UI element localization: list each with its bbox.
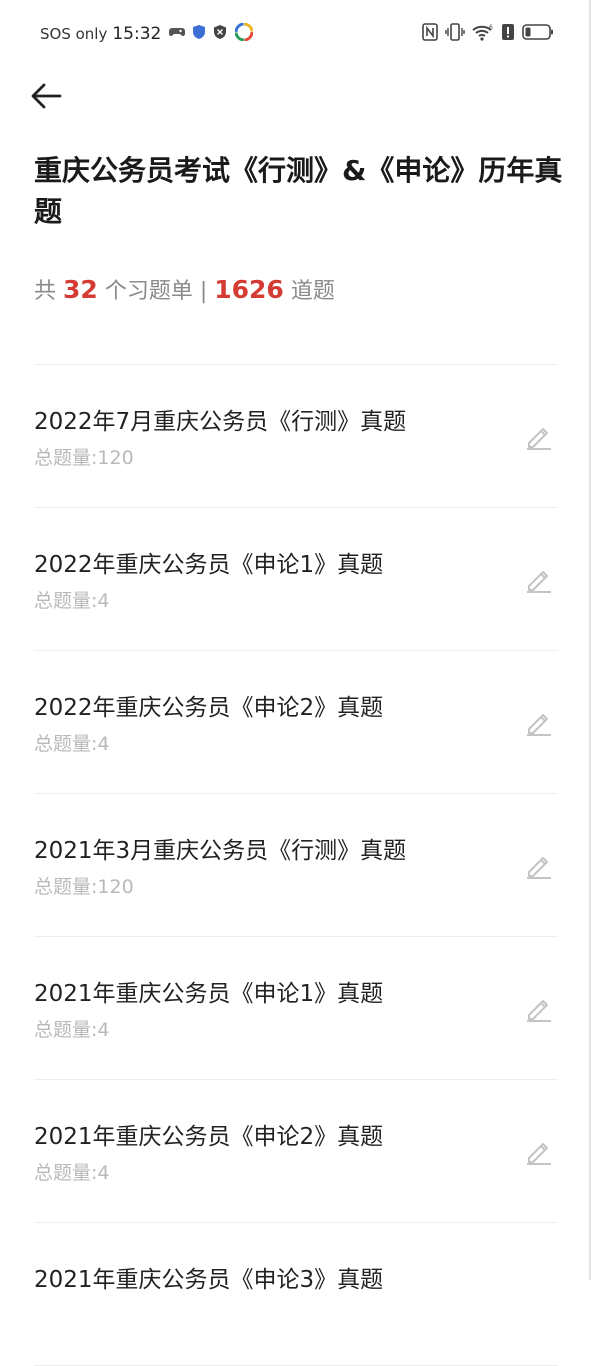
item-count: 总题量:4 [34, 1019, 110, 1041]
back-button[interactable] [28, 78, 64, 114]
item-title: 2022年重庆公务员《申论1》真题 [34, 552, 384, 578]
item-title: 2021年重庆公务员《申论1》真题 [34, 981, 384, 1007]
list-item[interactable]: 2021年重庆公务员《申论3》真题 [34, 1223, 558, 1366]
svg-text:6: 6 [489, 24, 493, 31]
clock: 15:32 [112, 24, 162, 44]
carrier-text: SOS only [40, 25, 108, 43]
edit-icon[interactable] [524, 421, 554, 451]
nfc-icon [422, 23, 438, 45]
alert-icon [501, 23, 515, 45]
page-title: 重庆公务员考试《行测》&《申论》历年真题 [34, 154, 563, 228]
list-item[interactable]: 2022年重庆公务员《申论2》真题 总题量:4 [34, 651, 558, 794]
sheet-unit: 个习题单 [104, 279, 193, 304]
item-count: 总题量:4 [34, 590, 110, 612]
battery-icon [522, 23, 554, 45]
item-title: 2021年重庆公务员《申论3》真题 [34, 1267, 384, 1293]
list-item[interactable]: 2021年重庆公务员《申论1》真题 总题量:4 [34, 937, 558, 1080]
list-item[interactable]: 2022年重庆公务员《申论1》真题 总题量:4 [34, 508, 558, 651]
status-bar: SOS only 15:32 6 [0, 0, 591, 66]
summary-prefix: 共 [34, 279, 57, 304]
edit-icon[interactable] [524, 707, 554, 737]
edit-icon[interactable] [524, 564, 554, 594]
item-count: 总题量:120 [34, 876, 134, 898]
edit-icon[interactable] [524, 993, 554, 1023]
list-item[interactable]: 2022年7月重庆公务员《行测》真题 总题量:120 [34, 365, 558, 508]
vibrate-icon [445, 23, 465, 45]
edit-icon[interactable] [524, 1136, 554, 1166]
app-logo-icon [234, 22, 254, 45]
summary-separator: | [199, 279, 208, 304]
summary-stats: 共 32 个习题单 | 1626 道题 [34, 270, 335, 312]
status-left: SOS only 15:32 [40, 22, 254, 46]
item-count: 总题量:120 [34, 447, 134, 469]
question-count: 1626 [214, 275, 284, 304]
item-count: 总题量:4 [34, 1162, 110, 1184]
security-badge-icon [213, 25, 227, 43]
shield-icon [193, 25, 206, 43]
game-controller-icon [169, 25, 186, 43]
edit-icon[interactable] [524, 850, 554, 880]
item-title: 2022年7月重庆公务员《行测》真题 [34, 409, 407, 435]
item-title: 2021年重庆公务员《申论2》真题 [34, 1124, 384, 1150]
back-arrow-icon [31, 83, 62, 109]
item-title: 2022年重庆公务员《申论2》真题 [34, 695, 384, 721]
sheet-count: 32 [63, 275, 98, 304]
status-right: 6 [422, 22, 554, 46]
list-item[interactable]: 2021年重庆公务员《申论2》真题 总题量:4 [34, 1080, 558, 1223]
item-title: 2021年3月重庆公务员《行测》真题 [34, 838, 407, 864]
wifi-icon: 6 [472, 23, 494, 45]
question-unit: 道题 [290, 279, 335, 304]
item-count: 总题量:4 [34, 733, 110, 755]
exercise-list: 2022年7月重庆公务员《行测》真题 总题量:120 2022年重庆公务员《申论… [0, 365, 591, 1366]
list-item[interactable]: 2021年3月重庆公务员《行测》真题 总题量:120 [34, 794, 558, 937]
